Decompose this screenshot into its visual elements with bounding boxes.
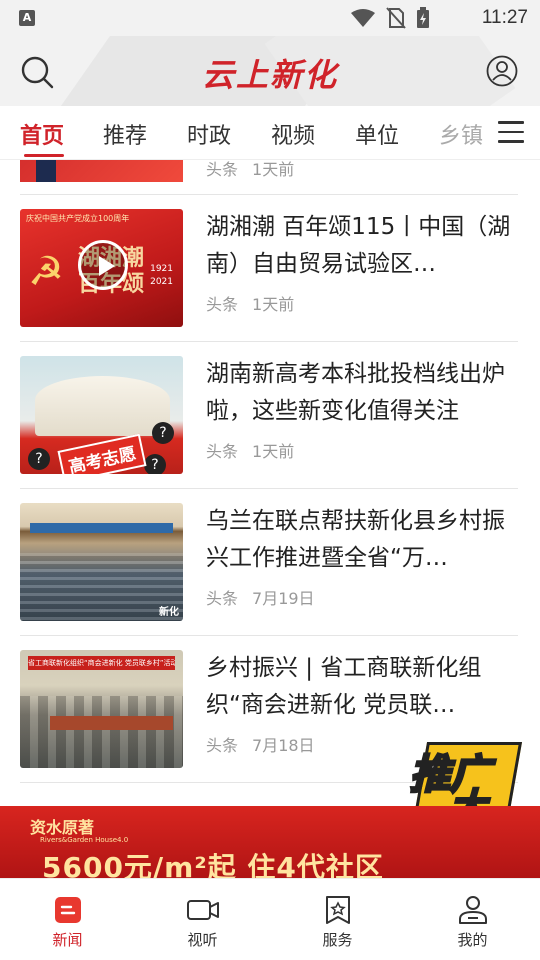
nav-label: 我的 [457,931,488,949]
news-meta: 头条 7月18日 [206,732,329,756]
thumbnail-ribbon: 高考志愿 [57,433,147,474]
app-header: 云上新化 [0,36,540,106]
profile-icon [458,896,487,924]
news-source: 头条 [206,442,239,461]
news-time: 1天前 [252,442,295,461]
tab-home[interactable]: 首页 [20,118,64,150]
app-logo: 云上新化 [201,56,338,94]
status-bar: A 11:27 [0,0,540,36]
nav-services[interactable]: 服务 [270,879,405,960]
tab-politics[interactable]: 时政 [187,118,231,150]
thumbnail-years: 1921 2021 [150,264,173,287]
video-camera-icon [186,900,219,920]
figure-decoration [36,160,56,182]
question-mark-icon: ? [152,422,174,444]
clock: 11:27 [481,7,528,28]
service-bookmark-icon [325,896,350,924]
news-thumbnail: ? ? ? 高考志愿 [20,356,183,474]
list-item[interactable]: 庆祝中国共产党成立100周年 ☭ 湖湘潮 百年颂 1921 2021 湖湘潮 百年颂… [20,195,518,342]
notification-a-icon: A [19,10,35,26]
news-meta: 头条 1天前 [206,160,308,180]
tab-menu-icon[interactable] [498,121,524,145]
nav-label: 新闻 [52,931,83,949]
news-meta: 头条 7月19日 [206,585,329,609]
news-meta: 头条 1天前 [206,291,308,315]
news-time: 7月19日 [252,589,315,608]
meeting-decoration [20,696,183,768]
nav-label: 服务 [322,931,353,949]
news-title[interactable]: 乌兰在联点帮扶新化县乡村振兴工作推进暨全省“万… [206,503,518,577]
ad-headline: 5600元/m²起 住4代社区 [42,851,384,878]
ad-banner[interactable]: 资水原著 Rivers&Garden House4.0 5600元/m²起 住4… [0,806,540,878]
play-icon[interactable] [78,240,128,290]
user-account-icon[interactable] [486,55,518,87]
news-thumbnail: 省工商联新化组织“商会进新化 党员联乡村”活动对接会 [20,650,183,768]
news-time: 1天前 [252,160,295,179]
wifi-icon [351,9,375,27]
news-title[interactable]: 湖南新高考本科批投档线出炉啦，这些新变化值得关注 [206,356,518,430]
nav-news[interactable]: 新闻 [0,879,135,960]
open-book-illustration [35,376,170,436]
news-thumbnail: 新化 [20,503,183,621]
question-mark-icon: ? [144,454,166,474]
stage-decoration [30,523,173,533]
list-item[interactable]: 头条 1天前 [20,160,518,195]
nav-profile[interactable]: 我的 [405,879,540,960]
news-icon [54,897,81,923]
bottom-nav: 新闻 视听 服务 我的 [0,878,540,960]
party-emblem-icon: ☭ [28,249,64,295]
active-tab-indicator [24,154,64,157]
news-title[interactable]: 湖湘潮 百年颂115丨中国（湖南）自由贸易试验区… [206,209,518,283]
news-time: 1天前 [252,295,295,314]
news-thumbnail [20,160,183,182]
thumbnail-banner: 庆祝中国共产党成立100周年 [26,214,130,223]
list-item[interactable]: ? ? ? 高考志愿 湖南新高考本科批投档线出炉啦，这些新变化值得关注 头条 1天… [20,342,518,489]
tab-recommend[interactable]: 推荐 [103,118,147,150]
ad-brand-sub: Rivers&Garden House4.0 [40,836,129,844]
nav-video[interactable]: 视听 [135,879,270,960]
news-source: 头条 [206,736,239,755]
list-item[interactable]: 新化 乌兰在联点帮扶新化县乡村振兴工作推进暨全省“万… 头条 7月19日 [20,489,518,636]
tab-towns[interactable]: 乡镇 [439,118,483,150]
news-source: 头条 [206,295,239,314]
news-source: 头条 [206,160,239,179]
news-list[interactable]: 头条 1天前 庆祝中国共产党成立100周年 ☭ 湖湘潮 百年颂 1921 2021 湖… [0,160,540,800]
news-thumbnail: 庆祝中国共产党成立100周年 ☭ 湖湘潮 百年颂 1921 2021 [20,209,183,327]
news-source: 头条 [206,589,239,608]
status-icons [350,7,430,29]
ad-brand: 资水原著 [30,818,95,837]
question-mark-icon: ? [28,448,50,470]
nav-label: 视听 [187,931,218,949]
thumbnail-banner: 省工商联新化组织“商会进新化 党员联乡村”活动对接会 [28,656,175,670]
news-title[interactable]: 乡村振兴 | 省工商联新化组织“商会进新化 党员联… [206,650,518,724]
category-tabs: 首页 推荐 时政 视频 单位 乡镇 [0,106,540,160]
table-decoration [50,716,173,730]
no-sim-icon [386,7,406,29]
news-meta: 头条 1天前 [206,438,308,462]
news-time: 7月18日 [252,736,315,755]
thumbnail-watermark: 新化 [159,607,179,618]
battery-charging-icon [417,7,429,28]
tab-units[interactable]: 单位 [355,118,399,150]
tab-video[interactable]: 视频 [271,118,315,150]
